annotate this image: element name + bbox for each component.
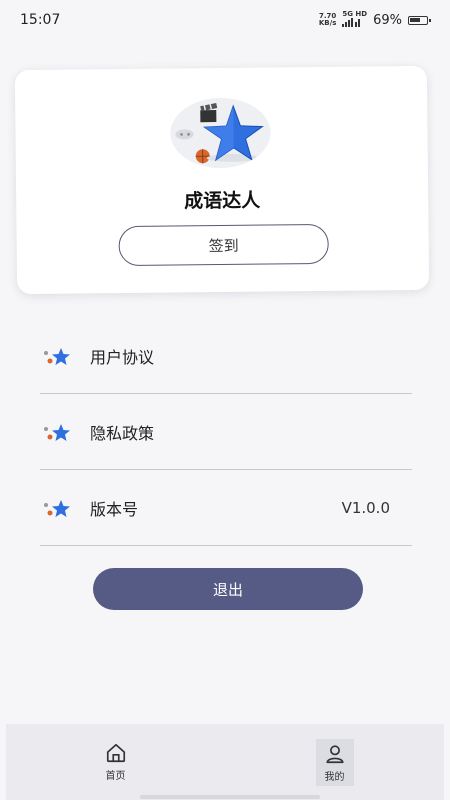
battery-icon — [408, 15, 431, 25]
tab-mine[interactable]: 我的 — [225, 724, 444, 800]
user-icon — [325, 744, 344, 763]
status-bar: 15:07 7.70 KB/s 5G HD 69% — [0, 0, 450, 40]
home-indicator — [140, 795, 320, 799]
star-icon — [44, 347, 70, 365]
clapperboard-icon — [200, 103, 218, 123]
tab-home[interactable]: 首页 — [6, 724, 225, 800]
menu-label: 隐私政策 — [90, 423, 155, 443]
net-speed: 7.70 KB/s — [318, 12, 337, 27]
checkin-button[interactable]: 签到 — [118, 223, 329, 267]
signal-icon: 5G HD — [342, 11, 367, 29]
app-name: 成语达人 — [184, 189, 261, 213]
tab-label: 首页 — [105, 771, 126, 782]
home-icon — [106, 743, 125, 763]
star-icon — [44, 499, 70, 517]
settings-menu: 用户协议 隐私政策 版本号 V1.0.0 — [40, 318, 412, 546]
app-logo — [170, 97, 271, 169]
version-value: V1.0.0 — [341, 498, 390, 517]
battery-percent: 69% — [373, 12, 402, 28]
menu-label: 用户协议 — [90, 347, 155, 367]
profile-card: 成语达人 签到 — [14, 65, 430, 295]
menu-item-privacy-policy[interactable]: 隐私政策 — [40, 394, 412, 470]
tab-mine-active: 我的 — [315, 738, 354, 786]
menu-label: 版本号 — [90, 499, 139, 519]
menu-item-user-agreement[interactable]: 用户协议 — [40, 318, 412, 394]
status-time: 15:07 — [20, 12, 61, 28]
star-icon — [44, 423, 70, 441]
status-icons: 7.70 KB/s 5G HD 69% — [318, 11, 431, 29]
logout-button[interactable]: 退出 — [93, 568, 363, 610]
tab-label: 我的 — [324, 771, 345, 783]
bottom-tab-bar: 首页 我的 — [6, 724, 444, 800]
menu-item-version[interactable]: 版本号 V1.0.0 — [40, 470, 412, 546]
